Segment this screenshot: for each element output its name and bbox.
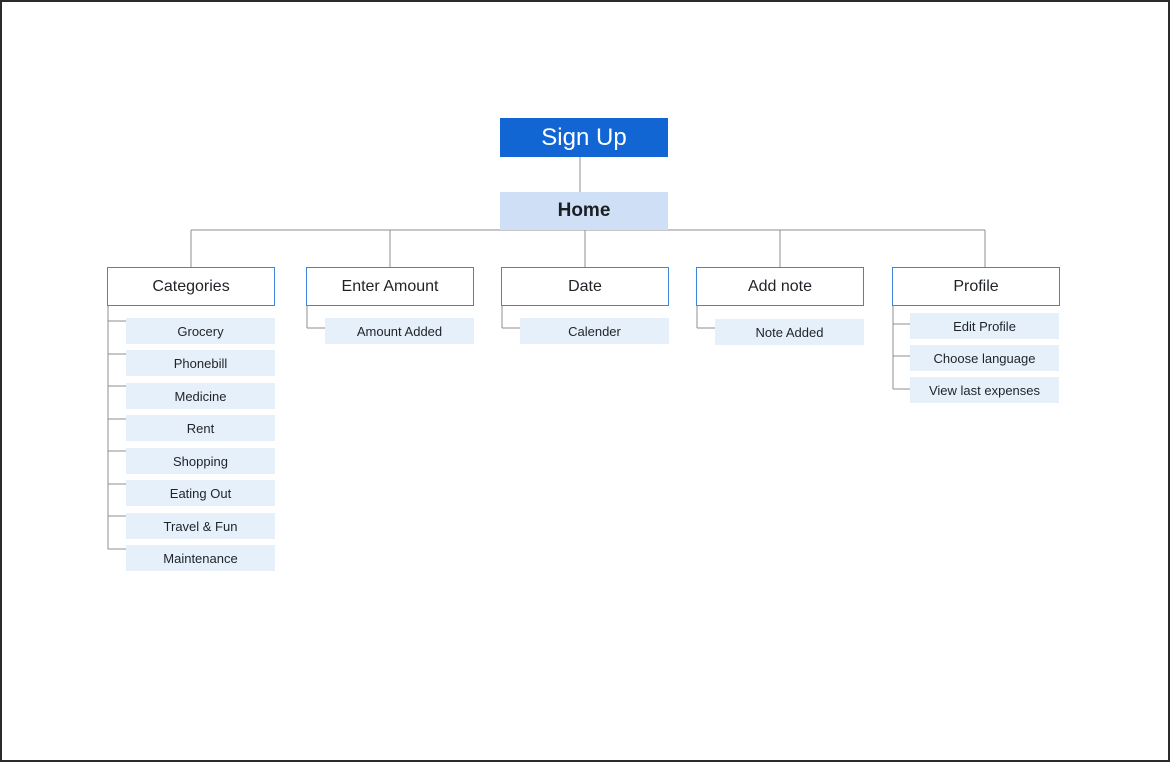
item-rent: Rent <box>126 415 275 441</box>
item-phonebill: Phonebill <box>126 350 275 376</box>
section-categories: Categories <box>107 267 275 306</box>
item-view-last-expenses: View last expenses <box>910 377 1059 403</box>
home-node: Home <box>500 192 668 230</box>
section-date: Date <box>501 267 669 306</box>
item-eating-out: Eating Out <box>126 480 275 506</box>
item-note-added: Note Added <box>715 319 864 345</box>
item-calender: Calender <box>520 318 669 344</box>
section-enter-amount: Enter Amount <box>306 267 474 306</box>
item-travel-fun: Travel & Fun <box>126 513 275 539</box>
section-profile: Profile <box>892 267 1060 306</box>
item-choose-language: Choose language <box>910 345 1059 371</box>
signup-node: Sign Up <box>500 118 668 157</box>
item-maintenance: Maintenance <box>126 545 275 571</box>
section-add-note: Add note <box>696 267 864 306</box>
item-medicine: Medicine <box>126 383 275 409</box>
item-shopping: Shopping <box>126 448 275 474</box>
item-grocery: Grocery <box>126 318 275 344</box>
item-edit-profile: Edit Profile <box>910 313 1059 339</box>
item-amount-added: Amount Added <box>325 318 474 344</box>
